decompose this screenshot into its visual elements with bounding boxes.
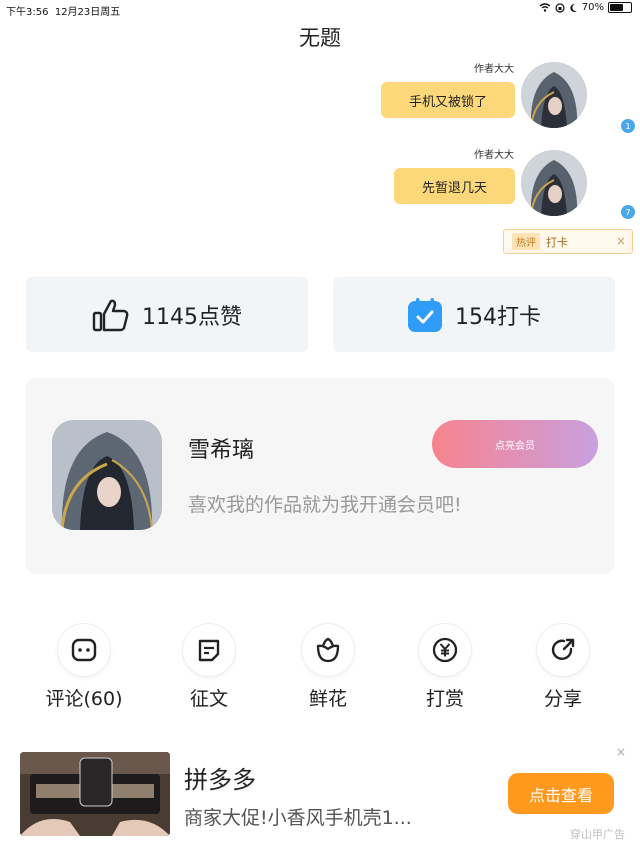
ad-source-label: 穿山甲广告 <box>570 828 625 841</box>
action-label: 评论(60) <box>45 688 123 710</box>
battery-percent: 70% <box>581 2 604 13</box>
essay-icon-svg <box>198 639 220 662</box>
battery-fill <box>610 4 623 11</box>
yuan-icon <box>419 624 471 676</box>
flower-icon-svg <box>316 637 340 663</box>
activate-membership-button[interactable]: 点亮会员 <box>432 420 598 468</box>
orientation-lock-icon <box>555 2 565 13</box>
ad-title: 拼多多 <box>184 766 256 794</box>
action-label: 分享 <box>543 688 582 710</box>
thumbs-up-icon <box>92 299 129 331</box>
message-badge: 7 <box>621 205 635 219</box>
member-description: 喜欢我的作品就为我开通会员吧! <box>188 494 462 516</box>
avatar-image <box>521 62 587 128</box>
comment-icon-svg <box>71 638 97 662</box>
page-title: 无题 <box>299 26 341 50</box>
status-right: 70% <box>539 2 632 13</box>
author-avatar[interactable] <box>521 62 587 128</box>
member-card: 雪希璃 喜欢我的作品就为我开通会员吧! 点亮会员 <box>26 378 614 574</box>
like-button[interactable]: 1145点赞 <box>26 277 308 352</box>
share-icon <box>537 624 589 676</box>
flower-action[interactable]: 鲜花 <box>288 624 368 711</box>
share-action[interactable]: 分享 <box>523 624 603 711</box>
ad-view-button[interactable]: 点击查看 <box>508 773 614 814</box>
comment-action[interactable]: 评论(60) <box>44 624 124 711</box>
message-badge: 1 <box>621 119 635 133</box>
author-profile-image[interactable] <box>52 420 162 530</box>
yuan-icon-svg <box>432 637 458 663</box>
hot-comment-tag: 热评 <box>512 233 540 250</box>
checkin-count: 154打卡 <box>455 304 541 330</box>
tip-action[interactable]: 打赏 <box>405 624 485 711</box>
message-bubble[interactable]: 手机又被锁了 <box>381 82 515 118</box>
message-author: 作者大大 <box>474 150 514 161</box>
action-label: 鲜花 <box>308 688 347 710</box>
wifi-icon <box>539 3 551 12</box>
ad-description: 商家大促!小香风手机壳1... <box>184 807 412 829</box>
comment-icon <box>58 624 110 676</box>
close-icon[interactable]: × <box>616 234 626 248</box>
message-bubble[interactable]: 先暂退几天 <box>394 168 515 204</box>
like-count: 1145点赞 <box>142 304 242 330</box>
status-clock: 下午3:56 <box>6 7 49 18</box>
ad-product-image <box>20 752 170 836</box>
close-icon[interactable]: × <box>616 745 626 759</box>
essay-icon <box>183 624 235 676</box>
status-bar: 下午3:56 12月23日周五 70% <box>0 0 640 18</box>
message-author: 作者大大 <box>474 64 514 75</box>
hot-comment-text: 打卡 <box>546 235 568 249</box>
flower-icon <box>302 624 354 676</box>
status-time: 下午3:56 12月23日周五 <box>6 3 120 18</box>
profile-image <box>52 420 162 530</box>
action-label: 打赏 <box>425 688 464 710</box>
status-date: 12月23日周五 <box>54 7 121 18</box>
hot-comment-popup[interactable]: 热评 打卡 × <box>503 229 633 254</box>
checkin-button[interactable]: 154打卡 <box>333 277 615 352</box>
battery-icon <box>608 2 632 13</box>
action-label: 征文 <box>189 688 228 710</box>
moon-icon <box>570 3 577 12</box>
calendar-check-icon <box>408 297 442 332</box>
avatar-image <box>521 150 587 216</box>
share-icon-svg <box>551 638 575 660</box>
author-name: 雪希璃 <box>188 438 255 463</box>
author-avatar[interactable] <box>521 150 587 216</box>
ad-image[interactable] <box>20 752 170 836</box>
essay-action[interactable]: 征文 <box>169 624 249 711</box>
